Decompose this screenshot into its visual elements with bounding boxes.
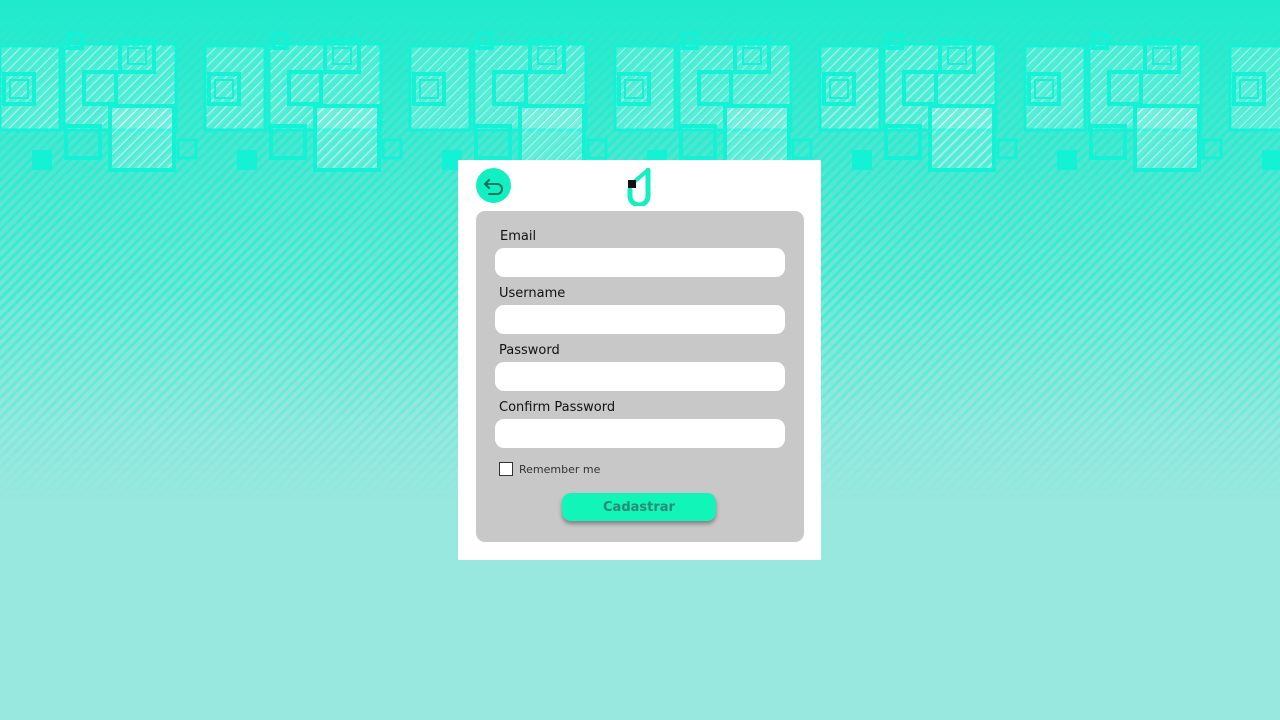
- username-label: Username: [499, 286, 566, 301]
- brand-logo-icon: [627, 168, 651, 206]
- confirm-password-field[interactable]: [495, 419, 785, 448]
- password-field[interactable]: [495, 362, 785, 391]
- back-button[interactable]: [476, 168, 511, 203]
- signup-form: Email Username Password Confirm Password…: [476, 211, 804, 542]
- remember-me-row: Remember me: [499, 462, 600, 476]
- password-label: Password: [499, 343, 560, 358]
- signup-card: Email Username Password Confirm Password…: [458, 160, 821, 560]
- username-field[interactable]: [495, 305, 785, 334]
- register-button[interactable]: Cadastrar: [562, 493, 716, 521]
- confirm-password-label: Confirm Password: [499, 400, 616, 415]
- undo-arrow-icon: [483, 178, 503, 195]
- background-geometric-pattern: [0, 32, 1280, 172]
- email-label: Email: [500, 229, 537, 244]
- remember-me-label: Remember me: [519, 462, 601, 476]
- email-field[interactable]: [495, 248, 785, 277]
- remember-me-checkbox[interactable]: [499, 462, 513, 476]
